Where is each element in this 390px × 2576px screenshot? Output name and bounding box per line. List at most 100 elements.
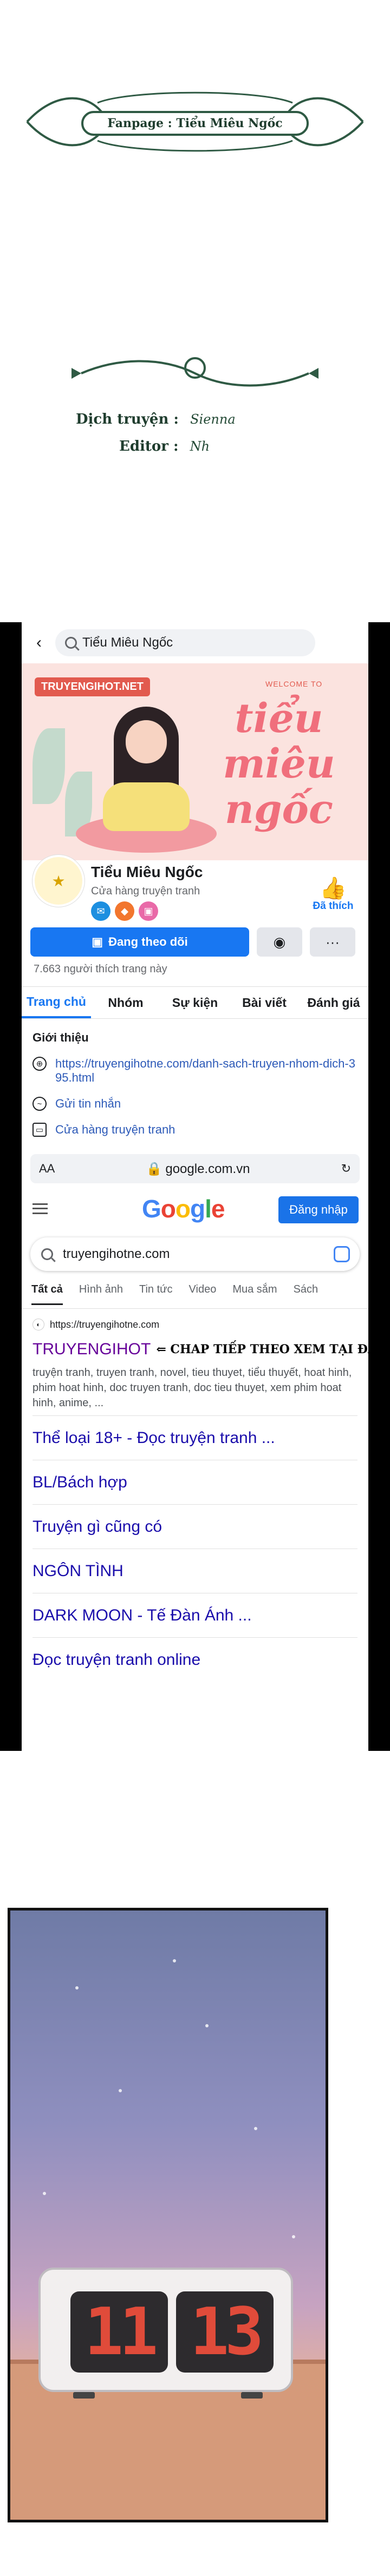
tab-posts[interactable]: Bài viết [230,987,299,1018]
facebook-search-bar[interactable]: Tiểu Miêu Ngốc [55,629,315,656]
facebook-topbar: ‹ Tiểu Miêu Ngốc [22,622,368,663]
page-header: ★ Tiểu Miêu Ngốc Cửa hàng truyện tranh ✉… [22,855,368,923]
page-category: Cửa hàng truyện tranh [91,885,200,897]
sitelink[interactable]: NGÔN TÌNH [32,1549,358,1593]
search-icon [65,637,77,649]
search-text: Tiểu Miêu Ngốc [82,635,173,650]
search-result: ◐ https://truyengihotne.com TRUYENGIHOT … [22,1309,368,1411]
result-title-row: TRUYENGIHOT ⇐ CHAP TIẾP THEO XEM TẠI ĐÂY… [32,1340,368,1359]
more-options-button[interactable]: ··· [310,927,355,957]
tab-groups[interactable]: Nhóm [91,987,160,1018]
logo-letter: g [190,1195,205,1223]
cover-site-label: TRUYENGIHOT.NET [35,677,150,696]
fanpage-ornament: Fanpage : Tiểu Miêu Ngốc [22,87,368,157]
tab-events[interactable]: Sự kiện [160,987,230,1018]
editor-credit: Editor : Nh [119,438,210,454]
result-url: https://truyengihotne.com [50,1319,160,1330]
result-annotation: ⇐ CHAP TIẾP THEO XEM TẠI ĐÂY NHA [156,1342,368,1356]
intro-shop: ▭ Cửa hàng truyện tranh [32,1123,358,1137]
page-avatar[interactable]: ★ [32,855,84,907]
intro-title: Giới thiệu [32,1031,89,1044]
tab-all[interactable]: Tất cả [31,1283,63,1305]
site-favicon-icon: ◐ [32,1319,44,1330]
store-badge-icon[interactable]: ▣ [139,901,158,921]
search-icon [41,1248,53,1260]
messenger-badge-icon[interactable]: ✉ [91,901,110,921]
following-label: Đang theo dõi [108,935,188,948]
tab-reviews[interactable]: Đánh giá [299,987,368,1018]
editor-label: Editor : [119,438,179,454]
intro-website: ⊕ https://truyengihotne.com/danh-sach-tr… [32,1057,358,1085]
translator-signature: Sienna [190,412,236,427]
back-arrow-icon[interactable]: ‹ [29,633,49,653]
liked-button[interactable]: 👍 Đã thích [309,877,358,912]
result-snippet: truyện tranh, truyen tranh, novel, tieu … [32,1367,352,1409]
cover-title: tiểu miêu ngốc [223,695,335,833]
page-tabs: Trang chủ Nhóm Sự kiện Bài viết Đánh giá [22,986,368,1019]
menu-icon[interactable] [32,1203,48,1214]
liked-label: Đã thích [313,900,354,912]
intro-message: ~ Gửi tin nhắn [32,1097,358,1111]
leaf-decoration [32,728,65,804]
page-cover-image[interactable]: TRUYENGIHOT.NET WELCOME TO tiểu miêu ngố… [22,663,368,860]
following-icon: ▣ [92,935,103,948]
phone-bezel-left [0,622,22,1751]
tab-video[interactable]: Video [189,1283,217,1296]
intro-section: Giới thiệu ⊕ https://truyengihotne.com/d… [22,1019,368,1154]
translator-credit: Dịch truyện : Sienna [76,411,236,427]
tab-images[interactable]: Hình ảnh [79,1283,123,1296]
google-lens-icon[interactable] [334,1246,350,1262]
alarm-clock: 11 13 [38,2268,293,2399]
messenger-icon: ◉ [273,933,286,950]
logo-letter: o [160,1195,176,1223]
result-site: ◐ https://truyengihotne.com [32,1319,358,1330]
page-actions: ▣ Đang theo dõi ◉ ··· [22,923,368,961]
google-header: Google Đăng nhập [22,1183,368,1234]
intro-shop-link[interactable]: Cửa hàng truyện tranh [55,1123,175,1137]
intro-website-link[interactable]: https://truyengihotne.com/danh-sach-truy… [55,1057,358,1085]
sitelink[interactable]: DARK MOON - Tế Đàn Ánh ... [32,1593,358,1638]
logo-letter: l [205,1195,212,1223]
logo-letter: G [142,1195,161,1223]
tab-books[interactable]: Sách [294,1283,318,1296]
browser-url-bar[interactable]: AA 🔒 google.com.vn ↻ [30,1154,360,1183]
sitelink[interactable]: Đọc truyện tranh online [32,1638,358,1682]
tab-shopping[interactable]: Mua sắm [232,1283,277,1296]
url-display: 🔒 google.com.vn [146,1161,250,1177]
tab-home[interactable]: Trang chủ [22,987,91,1018]
sitelink[interactable]: BL/Bách hợp [32,1460,358,1505]
login-button[interactable]: Đăng nhập [278,1196,359,1223]
sitelink[interactable]: Thể loại 18+ - Đọc truyện tranh ... [32,1416,358,1460]
google-logo: Google [142,1194,225,1223]
likes-count: 7.663 người thích trang này [34,963,167,975]
page-name[interactable]: Tiểu Miêu Ngốc [91,864,203,881]
search-query: truyengihotne.com [63,1247,170,1261]
ornament-divider-icon [72,357,318,387]
cover-character [76,701,217,853]
url-text: google.com.vn [165,1161,250,1176]
credits-banner: Fanpage : Tiểu Miêu Ngốc Dịch truyện : S… [0,0,390,611]
messenger-button[interactable]: ◉ [257,927,302,957]
tab-news[interactable]: Tin tức [139,1283,173,1296]
reload-icon[interactable]: ↻ [341,1162,351,1176]
shop-badge-icon[interactable]: ◆ [115,901,134,921]
following-button[interactable]: ▣ Đang theo dõi [30,927,249,957]
phone-screenshot: ‹ Tiểu Miêu Ngốc TRUYENGIHOT.NET WELCOME… [22,622,368,1751]
cover-welcome: WELCOME TO [265,680,323,688]
comic-panel: 11 13 [8,1908,328,2522]
text-size-button[interactable]: AA [39,1162,55,1176]
sitelink[interactable]: Truyện gì cũng có [32,1505,358,1549]
translator-label: Dịch truyện : [76,411,179,427]
logo-letter: o [175,1195,191,1223]
result-title[interactable]: TRUYENGIHOT [32,1340,151,1359]
clock-minutes: 13 [176,2291,274,2373]
phone-bezel-right [368,622,390,1751]
logo-letter: e [211,1195,225,1223]
google-tabs: Tất cả Hình ảnh Tin tức Video Mua sắm Sá… [22,1271,368,1309]
clock-hours: 11 [70,2291,168,2373]
intro-message-link[interactable]: Gửi tin nhắn [55,1097,121,1111]
google-search-box[interactable]: truyengihotne.com [30,1237,360,1271]
shop-icon: ▭ [32,1123,47,1137]
fanpage-title: Fanpage : Tiểu Miêu Ngốc [81,111,309,136]
clock-foot [241,2392,263,2399]
